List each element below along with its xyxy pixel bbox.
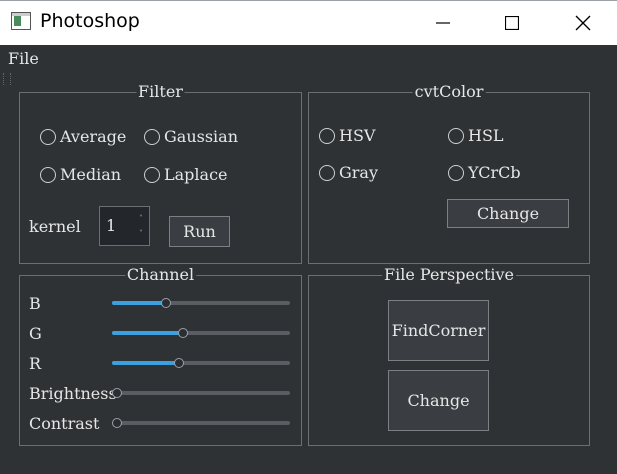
kernel-spinbox[interactable]: 1 ˄ ˅ <box>99 206 150 246</box>
radio-hsv[interactable]: HSV <box>319 126 375 145</box>
menu-bar: File <box>0 45 617 72</box>
radio-circle <box>144 128 160 145</box>
spin-up-icon[interactable]: ˄ <box>139 214 143 223</box>
radio-circle <box>144 166 160 183</box>
slider-handle[interactable] <box>174 358 185 368</box>
slider-contrast[interactable] <box>112 417 290 428</box>
radio-hsl[interactable]: HSL <box>448 126 504 145</box>
slider-g[interactable] <box>112 327 290 338</box>
maximize-button[interactable] <box>489 1 535 45</box>
minimize-icon <box>436 22 450 24</box>
slider-label-contrast: Contrast <box>29 414 100 433</box>
radio-circle <box>448 164 464 181</box>
slider-r[interactable] <box>112 357 290 368</box>
toolbar-grip[interactable] <box>3 73 11 85</box>
spin-down-icon[interactable]: ˅ <box>139 229 143 238</box>
app-icon <box>11 12 31 30</box>
slider-brightness[interactable] <box>112 387 290 398</box>
radio-gray[interactable]: Gray <box>319 163 378 182</box>
slider-label-brightness: Brightness <box>29 384 117 403</box>
perspective-change-button[interactable]: Change <box>388 370 489 431</box>
close-icon <box>575 15 591 31</box>
radio-average[interactable]: Average <box>40 127 126 146</box>
slider-handle[interactable] <box>112 388 122 398</box>
radio-circle <box>319 127 335 144</box>
minimize-button[interactable] <box>420 1 466 45</box>
slider-handle[interactable] <box>112 418 122 428</box>
channel-group-title: Channel <box>124 265 197 284</box>
filter-group-title: Filter <box>136 82 185 101</box>
radio-circle <box>40 166 56 183</box>
cvtcolor-change-button[interactable]: Change <box>447 199 569 228</box>
menu-file[interactable]: File <box>8 49 39 68</box>
radio-circle <box>319 164 335 181</box>
kernel-label: kernel <box>29 217 81 236</box>
slider-label-b: B <box>29 294 41 313</box>
perspective-group-title: File Perspective <box>382 265 516 284</box>
findcorner-button[interactable]: FindCorner <box>388 300 489 361</box>
kernel-value: 1 <box>106 216 117 235</box>
slider-label-g: G <box>29 324 42 343</box>
title-bar: Photoshop <box>0 0 617 45</box>
close-button[interactable] <box>560 1 606 45</box>
run-button[interactable]: Run <box>169 216 230 247</box>
slider-handle[interactable] <box>160 298 171 308</box>
radio-gaussian[interactable]: Gaussian <box>144 127 238 146</box>
radio-circle <box>448 127 464 144</box>
window-title: Photoshop <box>40 10 140 32</box>
slider-b[interactable] <box>112 297 290 308</box>
maximize-icon <box>505 16 519 30</box>
radio-circle <box>40 128 56 145</box>
radio-laplace[interactable]: Laplace <box>144 165 228 184</box>
radio-median[interactable]: Median <box>40 165 121 184</box>
slider-handle[interactable] <box>177 328 188 338</box>
slider-label-r: R <box>29 354 42 373</box>
cvtcolor-group-title: cvtColor <box>412 82 486 101</box>
radio-ycrcb[interactable]: YCrCb <box>448 163 521 182</box>
